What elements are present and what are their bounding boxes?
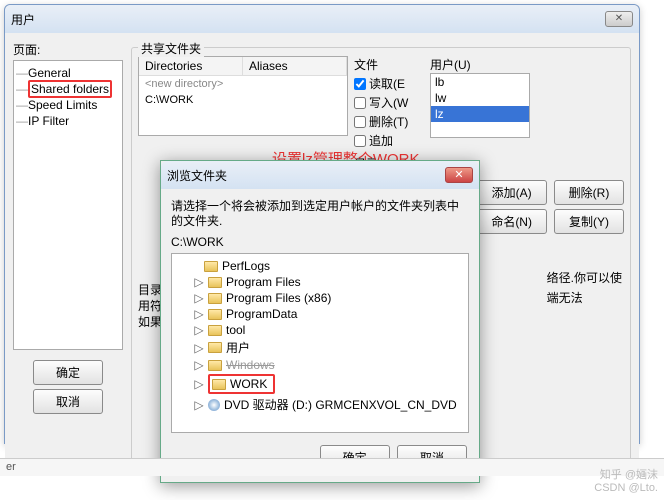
dialog-path: C:\WORK bbox=[171, 235, 469, 249]
folder-icon bbox=[208, 360, 222, 371]
folder-icon bbox=[208, 293, 222, 304]
folder-icon bbox=[208, 342, 222, 353]
files-label: 文件 bbox=[354, 56, 424, 73]
folder-icon bbox=[208, 309, 222, 320]
window-title: 用户 bbox=[11, 11, 605, 28]
users-label: 用户(U) bbox=[430, 56, 610, 73]
expand-icon[interactable]: ▷ bbox=[194, 398, 204, 412]
dialog-titlebar[interactable]: 浏览文件夹 ✕ bbox=[161, 161, 479, 189]
pages-tree[interactable]: —General —Shared folders —Speed Limits —… bbox=[13, 60, 123, 350]
expand-icon[interactable]: ▷ bbox=[194, 275, 204, 289]
directories-list[interactable]: Directories Aliases <new directory> C:\W… bbox=[138, 56, 348, 136]
folder-icon bbox=[212, 379, 226, 390]
expand-icon[interactable]: ▷ bbox=[194, 358, 204, 372]
ok-button[interactable]: 确定 bbox=[33, 360, 103, 385]
expand-icon[interactable]: ▷ bbox=[194, 377, 204, 391]
folder-icon bbox=[208, 325, 222, 336]
watermark-csdn: CSDN @Lto. bbox=[594, 482, 658, 494]
dialog-title: 浏览文件夹 bbox=[167, 167, 445, 184]
expand-icon[interactable]: ▷ bbox=[194, 307, 204, 321]
folder-icon bbox=[204, 261, 218, 272]
browse-folder-dialog: 浏览文件夹 ✕ 请选择一个将会被添加到选定用户帐户的文件夹列表中的文件夹. C:… bbox=[160, 160, 480, 483]
checkbox-delete[interactable]: 删除(T) bbox=[354, 113, 424, 130]
folder-tree[interactable]: PerfLogs ▷Program Files ▷Program Files (… bbox=[171, 253, 469, 433]
delete-button[interactable]: 删除(R) bbox=[554, 180, 624, 205]
user-selected: lz bbox=[431, 106, 529, 122]
checkbox-append[interactable]: 追加 bbox=[354, 132, 424, 149]
dialog-instruction: 请选择一个将会被添加到选定用户帐户的文件夹列表中的文件夹. bbox=[171, 199, 469, 229]
close-icon[interactable]: ✕ bbox=[605, 11, 633, 27]
expand-icon[interactable]: ▷ bbox=[194, 323, 204, 337]
titlebar[interactable]: 用户 ✕ bbox=[5, 5, 639, 33]
expand-icon[interactable]: ▷ bbox=[194, 291, 204, 305]
col-aliases[interactable]: Aliases bbox=[243, 57, 347, 75]
checkbox-write[interactable]: 写入(W bbox=[354, 94, 424, 111]
status-bar: er bbox=[0, 458, 664, 476]
col-directories[interactable]: Directories bbox=[139, 57, 243, 75]
tree-shared-folders[interactable]: Shared folders bbox=[28, 80, 112, 98]
expand-icon[interactable]: ▷ bbox=[194, 341, 204, 355]
copy-button[interactable]: 复制(Y) bbox=[554, 209, 624, 234]
add-button[interactable]: 添加(A) bbox=[477, 180, 547, 205]
cancel-button[interactable]: 取消 bbox=[33, 389, 103, 414]
folder-icon bbox=[208, 277, 222, 288]
watermark-zhihu: 知乎 @婳沫 bbox=[600, 466, 658, 482]
rename-button[interactable]: 命名(N) bbox=[477, 209, 547, 234]
folder-work-selected[interactable]: WORK bbox=[208, 374, 275, 394]
pages-label: 页面: bbox=[13, 41, 123, 58]
dvd-icon bbox=[208, 399, 220, 411]
users-list[interactable]: lb lw lz bbox=[430, 73, 530, 138]
dialog-close-icon[interactable]: ✕ bbox=[445, 167, 473, 183]
checkbox-read[interactable]: 读取(E bbox=[354, 75, 424, 92]
